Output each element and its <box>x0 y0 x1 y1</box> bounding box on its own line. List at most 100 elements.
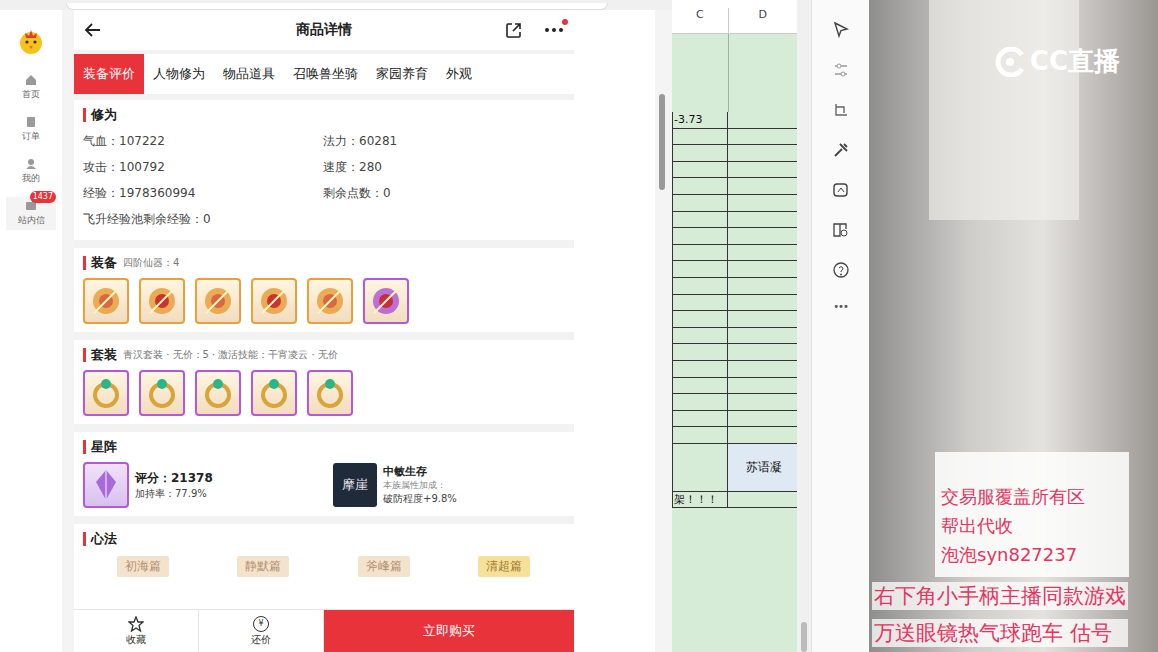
tab[interactable]: 家园养育 <box>367 54 437 94</box>
book-search-icon[interactable] <box>832 221 850 239</box>
suit-slot[interactable] <box>83 370 129 416</box>
cell[interactable] <box>672 295 728 312</box>
mind-item[interactable]: 静默篇 <box>237 556 289 577</box>
cell[interactable] <box>728 328 797 345</box>
cell[interactable] <box>728 278 797 295</box>
address-bar[interactable] <box>0 0 672 10</box>
cell[interactable] <box>728 378 797 395</box>
equipment-slot[interactable] <box>139 278 185 324</box>
stat: 速度：280 <box>323 154 564 180</box>
cell[interactable] <box>672 411 728 428</box>
mind-section: 心法 初海篇静默篇斧峰篇清超篇 <box>74 524 574 609</box>
cell[interactable] <box>672 261 728 278</box>
cell[interactable] <box>728 261 797 278</box>
cell[interactable] <box>728 295 797 312</box>
chick-logo-icon[interactable] <box>16 26 46 56</box>
star-score: 评分：21378 <box>135 470 213 487</box>
cell[interactable] <box>728 162 797 179</box>
tab[interactable]: 人物修为 <box>144 54 214 94</box>
cell[interactable] <box>728 228 797 245</box>
cell[interactable] <box>672 195 728 212</box>
column-header[interactable]: C <box>672 8 729 33</box>
mind-item[interactable]: 清超篇 <box>478 556 530 577</box>
cell[interactable] <box>672 162 728 179</box>
sheet-row: 架！！！ <box>672 492 797 509</box>
ring-icon <box>312 375 348 411</box>
tab[interactable]: 召唤兽坐骑 <box>284 54 367 94</box>
cell[interactable] <box>672 361 728 378</box>
cell[interactable] <box>728 344 797 361</box>
help-icon[interactable] <box>832 261 850 279</box>
cursor-icon[interactable] <box>832 21 850 39</box>
back-arrow-icon[interactable] <box>84 21 102 39</box>
buy-button[interactable]: 立即购买 <box>324 610 574 652</box>
tab[interactable]: 物品道具 <box>214 54 284 94</box>
suit-slot[interactable] <box>195 370 241 416</box>
sidebar-item[interactable]: 站内信 1437 <box>6 197 56 230</box>
more-tools-button[interactable]: ••• <box>833 301 848 312</box>
tab[interactable]: 装备评价 <box>74 54 144 94</box>
cell[interactable] <box>672 378 728 395</box>
cell[interactable] <box>672 311 728 328</box>
cell[interactable] <box>728 129 797 146</box>
sidebar-item[interactable]: 订单 <box>6 113 56 146</box>
cell[interactable] <box>672 129 728 146</box>
cell[interactable] <box>672 344 728 361</box>
cell[interactable] <box>728 195 797 212</box>
cell[interactable]: 架！！！ <box>672 492 728 509</box>
cell[interactable] <box>728 178 797 195</box>
star-slot[interactable] <box>83 462 129 508</box>
cell[interactable] <box>728 212 797 229</box>
cell[interactable] <box>728 311 797 328</box>
equipment-slot[interactable] <box>83 278 129 324</box>
sheet-row <box>672 261 797 278</box>
cell[interactable] <box>672 328 728 345</box>
cell[interactable] <box>672 427 728 444</box>
cell[interactable]: -3.73 <box>672 112 728 129</box>
tab[interactable]: 外观 <box>437 54 481 94</box>
mind-item[interactable]: 初海篇 <box>117 556 169 577</box>
cell[interactable] <box>728 361 797 378</box>
sliders-icon[interactable] <box>832 61 850 79</box>
cell[interactable] <box>728 394 797 411</box>
equipment-slot[interactable] <box>195 278 241 324</box>
scrollbar[interactable] <box>655 18 669 652</box>
tools-icon[interactable] <box>832 141 850 159</box>
suit-slot[interactable] <box>251 370 297 416</box>
cell[interactable] <box>728 492 797 509</box>
suit-slot[interactable] <box>307 370 353 416</box>
image-edit-icon[interactable] <box>832 181 850 199</box>
bargain-button[interactable]: ¥ 还价 <box>199 610 324 652</box>
sidebar-item[interactable]: 首页 <box>6 71 56 104</box>
cell[interactable]: 苏语凝 <box>728 444 797 492</box>
cell[interactable] <box>672 145 728 162</box>
formation-badge[interactable]: 摩崖 <box>333 463 377 507</box>
cell[interactable] <box>672 245 728 262</box>
cell[interactable] <box>672 394 728 411</box>
sidebar-item[interactable]: 我的 <box>6 155 56 188</box>
more-button[interactable] <box>544 27 564 33</box>
suit-slot[interactable] <box>139 370 185 416</box>
share-icon[interactable] <box>505 22 522 39</box>
cell[interactable] <box>672 178 728 195</box>
cell[interactable] <box>728 245 797 262</box>
equipment-slot[interactable] <box>251 278 297 324</box>
ring-icon <box>200 375 236 411</box>
cell[interactable] <box>672 212 728 229</box>
mind-item[interactable]: 斧峰篇 <box>358 556 410 577</box>
cell[interactable] <box>728 427 797 444</box>
rotate-icon[interactable] <box>832 101 850 119</box>
cell[interactable] <box>672 444 728 492</box>
equipment-slot[interactable] <box>363 278 409 324</box>
cell[interactable] <box>672 278 728 295</box>
column-header[interactable]: D <box>729 8 797 33</box>
equipment-slot[interactable] <box>307 278 353 324</box>
cell[interactable] <box>728 145 797 162</box>
cc-logo-icon <box>992 47 1028 77</box>
app-sidebar: 首页 订单 我的 站内信 1437 <box>0 10 62 652</box>
ad-overlay: 交易服覆盖所有区帮出代收泡泡syn827237 <box>935 452 1129 577</box>
cell[interactable] <box>728 411 797 428</box>
cell[interactable] <box>728 112 797 129</box>
favorite-button[interactable]: 收藏 <box>74 610 199 652</box>
cell[interactable] <box>672 228 728 245</box>
